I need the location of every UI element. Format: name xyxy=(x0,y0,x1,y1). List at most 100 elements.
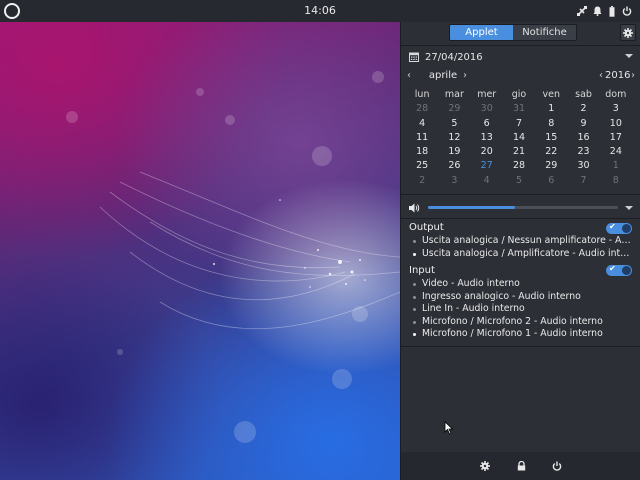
settings-button[interactable] xyxy=(479,460,491,472)
calendar-day[interactable]: 9 xyxy=(567,117,599,131)
calendar-day[interactable]: 7 xyxy=(567,174,599,188)
weekday-label: ven xyxy=(542,89,561,100)
calendar-day[interactable]: 22 xyxy=(535,145,567,159)
battery-icon[interactable] xyxy=(607,5,617,17)
chevron-down-icon[interactable] xyxy=(625,54,633,58)
calendar-day[interactable]: 3 xyxy=(600,102,632,116)
calendar-day[interactable]: 28 xyxy=(406,102,438,116)
calendar-day[interactable]: 8 xyxy=(600,174,632,188)
volume-row xyxy=(409,202,633,214)
input-device-item[interactable]: Ingresso analogico - Audio interno xyxy=(411,291,635,304)
separator xyxy=(401,218,640,219)
input-toggle[interactable]: ✔ xyxy=(606,264,632,276)
calendar-day[interactable]: 29 xyxy=(535,159,567,173)
prev-month-arrow-icon[interactable]: ‹ xyxy=(407,70,411,82)
calendar-day[interactable]: 4 xyxy=(406,117,438,131)
calendar-day[interactable]: 2 xyxy=(567,102,599,116)
next-month-arrow-icon[interactable]: › xyxy=(463,70,467,82)
activities-button[interactable] xyxy=(4,3,20,19)
calendar-week-row: 2345678 xyxy=(406,174,632,188)
calendar-day[interactable]: 2 xyxy=(406,174,438,188)
calendar-day[interactable]: 20 xyxy=(471,145,503,159)
calendar-day[interactable]: 17 xyxy=(600,131,632,145)
calendar-day[interactable]: 3 xyxy=(438,174,470,188)
volume-level xyxy=(428,206,516,209)
prev-year-arrow-icon[interactable]: ‹ xyxy=(599,70,603,82)
calendar-day[interactable]: 19 xyxy=(438,145,470,159)
calendar-day[interactable]: 24 xyxy=(600,145,632,159)
calendar-day[interactable]: 1 xyxy=(535,102,567,116)
calendar-day[interactable]: 29 xyxy=(438,102,470,116)
network-icon[interactable] xyxy=(577,5,587,17)
calendar-day[interactable]: 5 xyxy=(503,174,535,188)
gear-icon xyxy=(623,27,633,38)
desktop-screen: 14:06 Applet Notifiche 27/04/2016 ‹ apri… xyxy=(0,0,640,480)
calendar-day[interactable]: 25 xyxy=(406,159,438,173)
calendar-day[interactable]: 6 xyxy=(535,174,567,188)
weekday-header-row: lun mar mer gio ven sab dom xyxy=(406,88,632,102)
calendar-day[interactable]: 30 xyxy=(471,102,503,116)
device-label: Microfono / Microfono 2 - Audio interno xyxy=(422,315,603,327)
device-label: Video - Audio interno xyxy=(422,278,520,289)
calendar-day[interactable]: 14 xyxy=(503,131,535,145)
check-icon: ✔ xyxy=(609,264,616,273)
weekday-label: sab xyxy=(575,89,592,100)
power-button[interactable] xyxy=(551,460,563,472)
calendar-day[interactable]: 4 xyxy=(471,174,503,188)
calendar-day[interactable]: 13 xyxy=(471,131,503,145)
check-icon: ✔ xyxy=(609,222,616,231)
tab-applet[interactable]: Applet xyxy=(450,25,513,40)
date-header[interactable]: 27/04/2016 xyxy=(409,50,633,64)
calendar-day[interactable]: 1 xyxy=(600,159,632,173)
calendar-day[interactable]: 26 xyxy=(438,159,470,173)
chevron-down-icon[interactable] xyxy=(625,206,633,210)
calendar-day[interactable]: 7 xyxy=(503,117,535,131)
input-device-item[interactable]: Video - Audio interno xyxy=(411,278,635,291)
calendar-day[interactable]: 31 xyxy=(503,102,535,116)
calendar-icon xyxy=(409,52,419,62)
top-bar: 14:06 xyxy=(0,0,640,22)
system-tray[interactable] xyxy=(577,4,632,18)
device-label: Uscita analogica / Nessun amplificatore … xyxy=(422,235,635,246)
input-device-item[interactable]: Microfono / Microfono 1 - Audio interno xyxy=(411,328,635,341)
output-device-list: Uscita analogica / Nessun amplificatore … xyxy=(411,235,635,260)
calendar-day[interactable]: 6 xyxy=(471,117,503,131)
device-label: Line In - Audio interno xyxy=(422,303,525,314)
calendar-day[interactable]: 28 xyxy=(503,159,535,173)
output-device-item[interactable]: Uscita analogica / Nessun amplificatore … xyxy=(411,235,635,248)
lock-button[interactable] xyxy=(515,460,527,472)
calendar-day[interactable]: 10 xyxy=(600,117,632,131)
calendar-day[interactable]: 16 xyxy=(567,131,599,145)
output-device-item[interactable]: Uscita analogica / Amplificatore - Audio… xyxy=(411,248,635,261)
calendar-day[interactable]: 15 xyxy=(535,131,567,145)
calendar-week-row: 28 29 30 31 1 2 3 xyxy=(406,102,632,116)
bullet-icon xyxy=(413,252,416,256)
input-device-item[interactable]: Line In - Audio interno xyxy=(411,303,635,316)
calendar-day[interactable]: 21 xyxy=(503,145,535,159)
calendar-day[interactable]: 5 xyxy=(438,117,470,131)
calendar-day[interactable]: 11 xyxy=(406,131,438,145)
panel-settings-button[interactable] xyxy=(620,24,636,41)
calendar-day-today[interactable]: 27 xyxy=(471,159,503,173)
speaker-icon[interactable] xyxy=(409,203,420,213)
mouse-pointer-icon xyxy=(444,421,454,435)
device-label: Ingresso analogico - Audio interno xyxy=(422,290,581,302)
next-year-arrow-icon[interactable]: › xyxy=(631,70,635,82)
calendar-grid: lun mar mer gio ven sab dom 28 29 30 31 1 2 3 4 5 6 7 8 9 10… xyxy=(406,88,632,188)
output-toggle[interactable]: ✔ xyxy=(606,222,632,234)
power-icon[interactable] xyxy=(622,5,632,17)
input-device-item[interactable]: Microfono / Microfono 2 - Audio interno xyxy=(411,316,635,329)
bullet-icon xyxy=(413,320,416,324)
calendar-day[interactable]: 23 xyxy=(567,145,599,159)
separator xyxy=(401,346,640,347)
notification-bell-icon[interactable] xyxy=(592,5,602,17)
separator xyxy=(401,45,640,46)
tab-notifiche[interactable]: Notifiche xyxy=(513,25,576,40)
month-label: aprile xyxy=(428,70,458,81)
volume-slider[interactable] xyxy=(428,206,618,209)
calendar-day[interactable]: 8 xyxy=(535,117,567,131)
calendar-day[interactable]: 18 xyxy=(406,145,438,159)
clock-label[interactable]: 14:06 xyxy=(304,4,336,17)
calendar-day[interactable]: 12 xyxy=(438,131,470,145)
calendar-day[interactable]: 30 xyxy=(567,159,599,173)
